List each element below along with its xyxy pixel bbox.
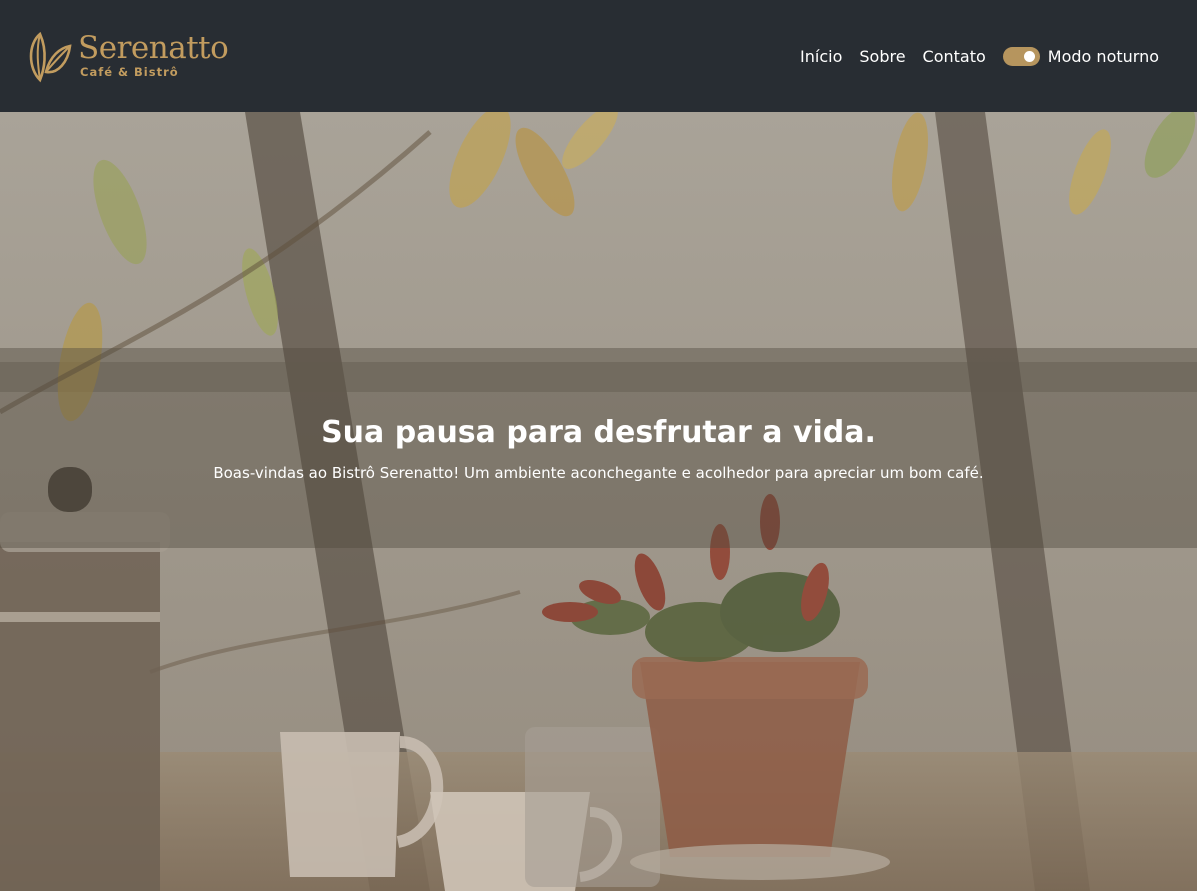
coffee-bean-leaf-icon	[29, 31, 72, 83]
main-nav: Início Sobre Contato Modo noturno	[800, 46, 1159, 66]
nav-link-sobre[interactable]: Sobre	[859, 47, 905, 66]
brand-name: Serenatto	[78, 30, 229, 67]
brand-tagline: Café & Bistrô	[80, 65, 179, 80]
hero-text-panel: Sua pausa para desfrutar a vida. Boas-vi…	[0, 348, 1197, 548]
toggle-knob	[1023, 50, 1035, 62]
night-mode-control: Modo noturno	[1002, 46, 1159, 66]
hero-title: Sua pausa para desfrutar a vida.	[321, 414, 876, 450]
night-mode-toggle[interactable]	[1002, 46, 1040, 66]
nav-link-contato[interactable]: Contato	[923, 47, 986, 66]
top-navbar: Serenatto Café & Bistrô Início Sobre Con…	[0, 0, 1197, 112]
brand-logo[interactable]: Serenatto Café & Bistrô	[26, 26, 229, 86]
nav-link-inicio[interactable]: Início	[800, 47, 842, 66]
night-mode-label: Modo noturno	[1047, 46, 1159, 66]
hero-banner: Sua pausa para desfrutar a vida. Boas-vi…	[0, 112, 1197, 891]
hero-subtitle: Boas-vindas ao Bistrô Serenatto! Um ambi…	[213, 463, 984, 482]
